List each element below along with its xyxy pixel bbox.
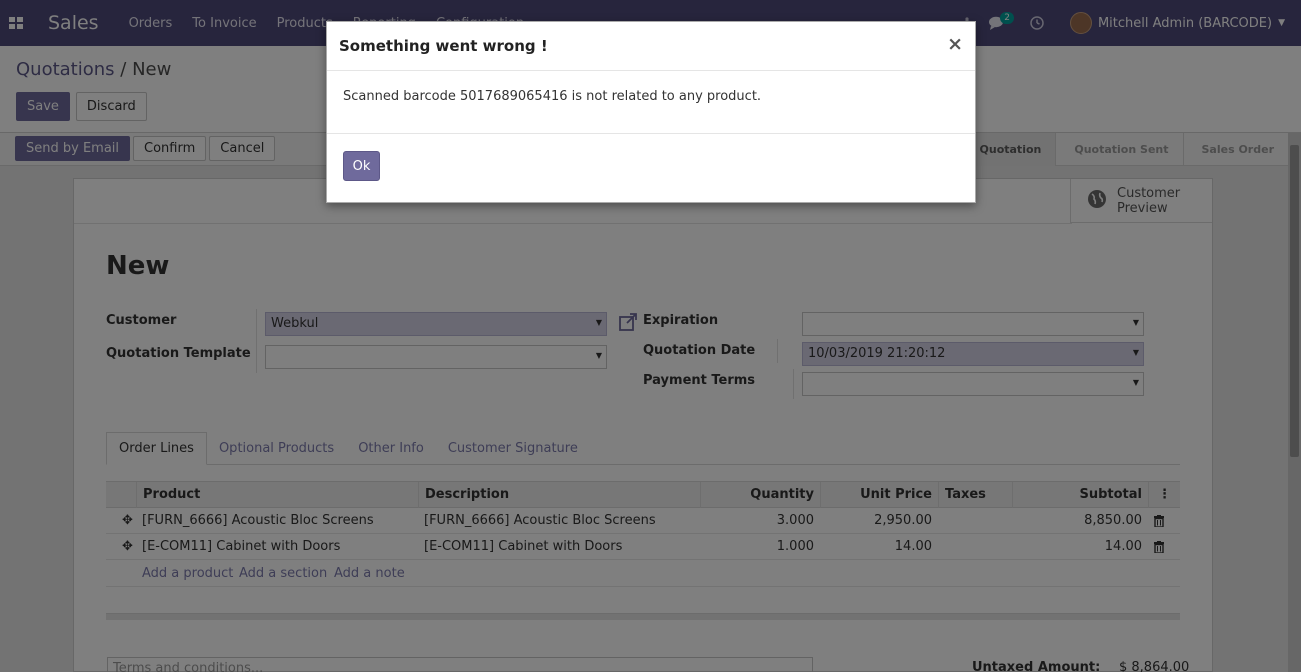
- dialog-title: Something went wrong !: [339, 37, 548, 55]
- close-icon[interactable]: ×: [947, 33, 963, 55]
- dialog-body: Scanned barcode 5017689065416 is not rel…: [327, 71, 975, 134]
- dialog-header: Something went wrong ! ×: [327, 22, 975, 71]
- dialog-footer: Ok: [327, 134, 975, 202]
- dialog-message: Scanned barcode 5017689065416 is not rel…: [343, 89, 762, 104]
- error-dialog: Something went wrong ! × Scanned barcode…: [326, 21, 976, 203]
- ok-button[interactable]: Ok: [343, 151, 380, 181]
